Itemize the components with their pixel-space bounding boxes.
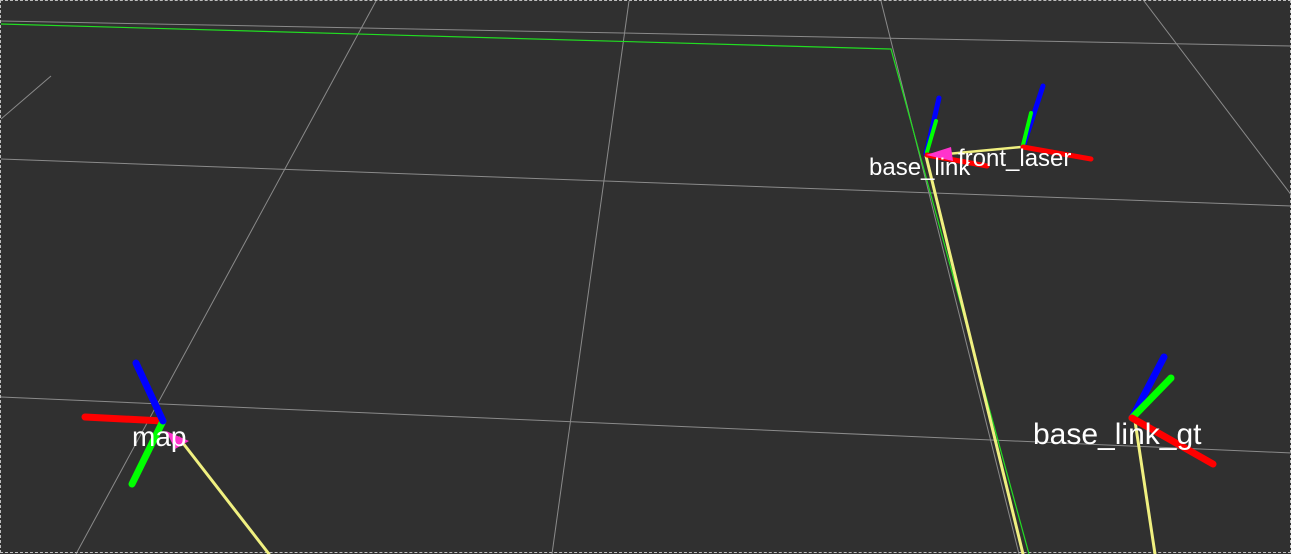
rviz-3d-viewport[interactable]: map base_link front_laser base_link_gt [0, 0, 1291, 554]
tf-link-base-link [924, 154, 1025, 554]
frame-label-base-link-gt: base_link_gt [1033, 418, 1202, 451]
grid-line [880, 1, 1020, 554]
frame-label-base-link: base_link [869, 154, 971, 181]
grid-line [1143, 1, 1291, 196]
grid-line [1, 158, 1291, 207]
grid-line [1, 75, 52, 120]
grid-line [551, 1, 630, 554]
frame-label-front-laser: front_laser [958, 145, 1071, 172]
scene-canvas[interactable]: map base_link front_laser base_link_gt [1, 1, 1291, 554]
ground-grid [1, 1, 1291, 554]
tf-links [177, 145, 1157, 554]
z-axis-icon [132, 359, 167, 425]
grid-line [75, 1, 377, 554]
tf-link-map [177, 436, 271, 554]
frame-label-map: map [132, 421, 186, 452]
map-boundary [1, 23, 1030, 554]
